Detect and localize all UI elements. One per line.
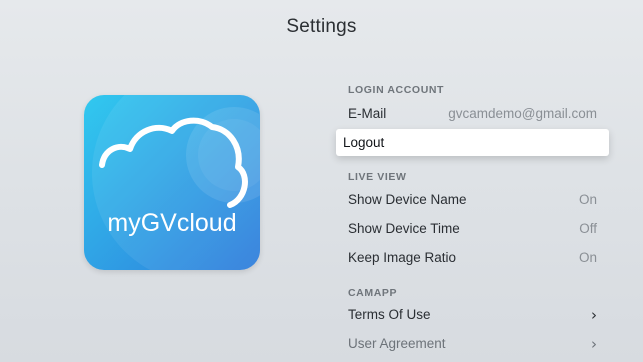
email-row[interactable]: E-Mail gvcamdemo@gmail.com bbox=[336, 100, 609, 127]
terms-of-use-label: Terms Of Use bbox=[348, 307, 431, 322]
show-device-name-value: On bbox=[578, 192, 597, 207]
chevron-right-icon: › bbox=[591, 334, 597, 353]
email-value: gvcamdemo@gmail.com bbox=[448, 106, 597, 121]
user-agreement-row[interactable]: User Agreement › bbox=[336, 330, 609, 357]
app-name: myGVcloud bbox=[107, 209, 236, 237]
app-logo: myGVcloud bbox=[84, 95, 260, 270]
user-agreement-label: User Agreement bbox=[348, 336, 446, 351]
chevron-right-icon: › bbox=[591, 305, 597, 324]
cloud-icon: myGVcloud bbox=[84, 95, 260, 270]
logout-button[interactable]: Logout bbox=[336, 129, 609, 156]
show-device-time-label: Show Device Time bbox=[348, 221, 460, 236]
section-header-login-account: LOGIN ACCOUNT bbox=[348, 84, 445, 96]
show-device-name-label: Show Device Name bbox=[348, 192, 467, 207]
section-header-live-view: LIVE VIEW bbox=[348, 171, 407, 183]
keep-image-ratio-value: On bbox=[578, 250, 597, 265]
page-title: Settings bbox=[286, 16, 357, 37]
show-device-time-value: Off bbox=[579, 221, 597, 236]
section-header-camapp: CAMAPP bbox=[348, 287, 398, 299]
keep-image-ratio-row[interactable]: Keep Image Ratio On bbox=[336, 244, 609, 271]
terms-of-use-row[interactable]: Terms Of Use › bbox=[336, 301, 609, 328]
show-device-time-row[interactable]: Show Device Time Off bbox=[336, 215, 609, 242]
keep-image-ratio-label: Keep Image Ratio bbox=[348, 250, 457, 265]
email-label: E-Mail bbox=[348, 106, 387, 121]
logout-label: Logout bbox=[343, 135, 385, 150]
show-device-name-row[interactable]: Show Device Name On bbox=[336, 186, 609, 213]
